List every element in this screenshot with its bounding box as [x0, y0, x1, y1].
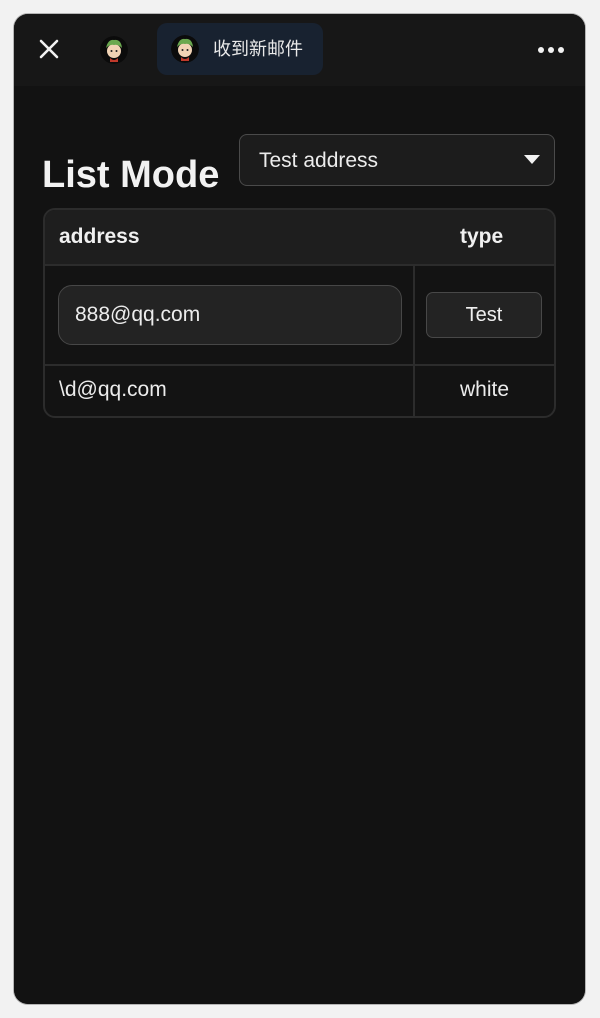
close-button[interactable] — [34, 34, 64, 64]
page-title: List Mode — [42, 154, 220, 196]
main-content: List Mode Test address address type Test… — [14, 86, 585, 1004]
more-options-button[interactable] — [535, 38, 567, 62]
test-button[interactable]: Test — [426, 292, 542, 338]
mode-select[interactable]: Test address — [239, 134, 555, 186]
mode-select-value: Test address — [259, 149, 379, 172]
table-row: Test — [45, 264, 554, 366]
tab-new-mail[interactable]: 收到新邮件 — [157, 23, 323, 75]
app-window: 收到新邮件 List Mode Test address address typ… — [14, 14, 585, 1004]
table-header: address type — [45, 210, 554, 264]
avatar[interactable] — [100, 36, 128, 64]
caret-down-icon — [524, 155, 540, 164]
address-input[interactable] — [58, 285, 402, 345]
more-icon — [538, 47, 564, 53]
avatar — [171, 35, 199, 63]
title-bar: 收到新邮件 — [14, 14, 585, 86]
column-header-type: type — [460, 225, 504, 248]
address-table: address type Test \d@qq.com white — [43, 208, 556, 418]
type-cell: white — [459, 378, 510, 401]
anime-avatar-icon — [100, 36, 128, 64]
column-divider — [413, 264, 415, 416]
column-header-address: address — [59, 225, 140, 248]
table-row: \d@qq.com white — [45, 364, 554, 416]
anime-avatar-icon — [171, 35, 199, 63]
address-cell: \d@qq.com — [59, 378, 167, 401]
close-icon — [39, 39, 59, 59]
tab-label: 收到新邮件 — [213, 39, 303, 59]
